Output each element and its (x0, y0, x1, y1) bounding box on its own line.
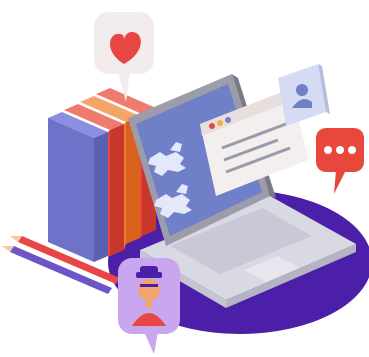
avatar-speech-bubble (118, 258, 180, 354)
window-dot-yellow (217, 120, 223, 126)
chat-dots-icon (324, 146, 356, 154)
illustration-scene (0, 0, 369, 357)
blue-book (48, 112, 108, 262)
heart-speech-bubble (94, 12, 154, 102)
chat-speech-bubble (316, 128, 364, 194)
window-dot-blue (225, 117, 231, 123)
user-profile-card (278, 64, 330, 126)
laptop-illustration (2, 12, 369, 354)
window-dot-red (209, 123, 215, 129)
